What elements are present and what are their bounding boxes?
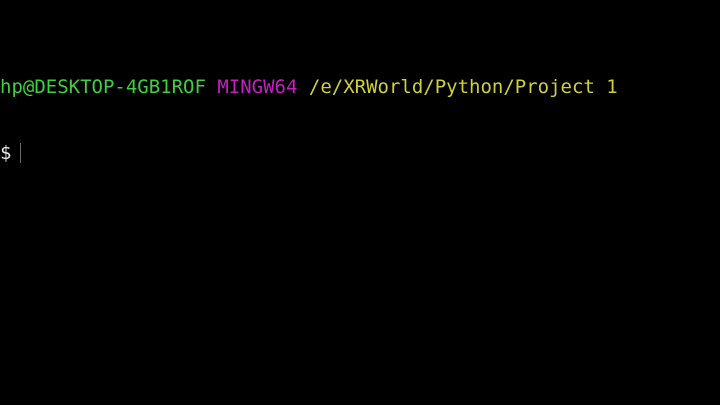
prompt-user-host: hp@DESKTOP-4GB1ROF [0,76,206,98]
terminal-window[interactable]: hp@DESKTOP-4GB1ROF MINGW64 /e/XRWorld/Py… [0,0,720,405]
prompt-input-line[interactable]: $ [0,142,720,164]
text-cursor [20,143,22,163]
prompt-system: MINGW64 [217,76,298,98]
prompt-path: /e/XRWorld/Python/Project 1 [308,76,618,98]
prompt-symbol: $ [0,142,12,164]
prompt-header-line: hp@DESKTOP-4GB1ROF MINGW64 /e/XRWorld/Py… [0,76,720,98]
